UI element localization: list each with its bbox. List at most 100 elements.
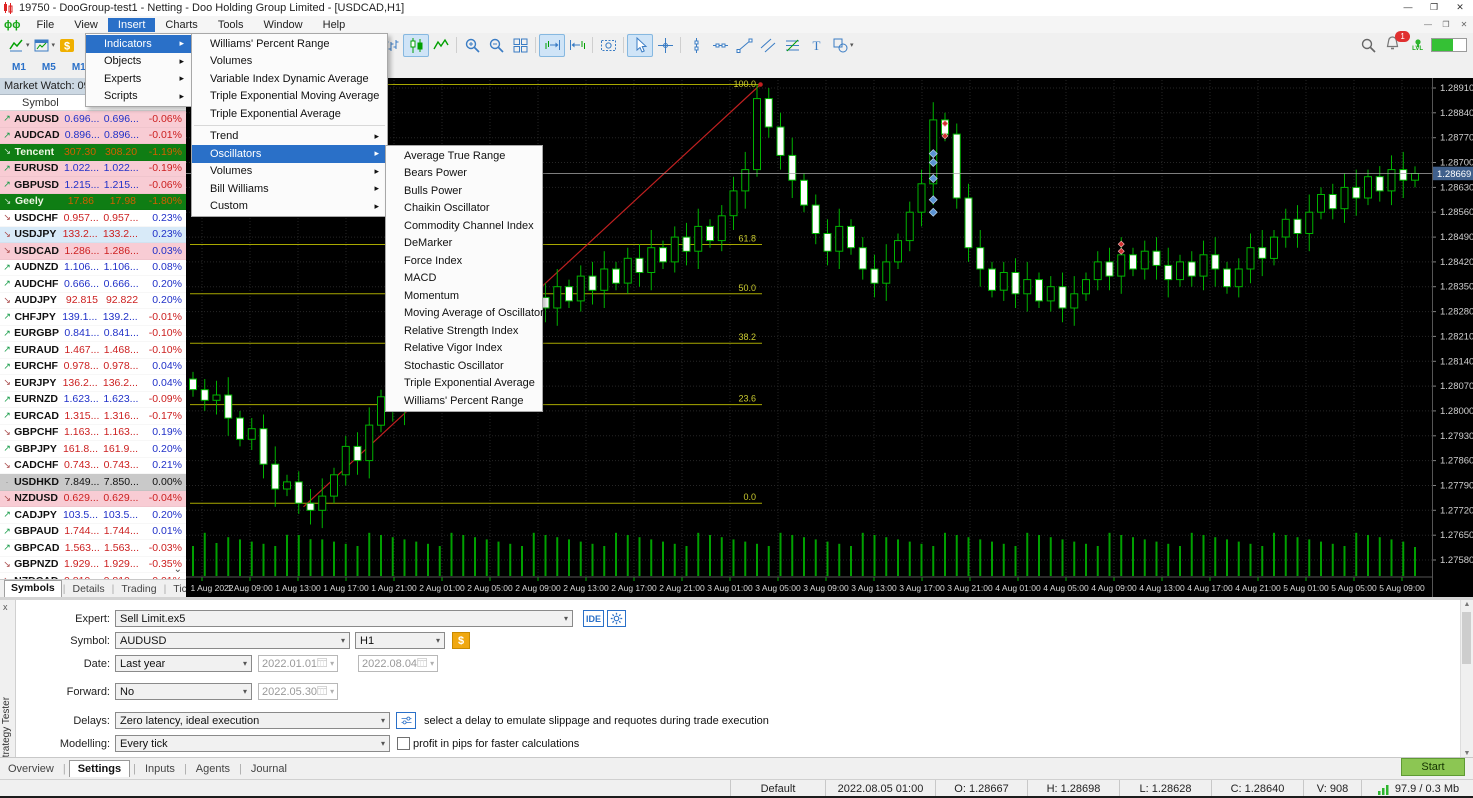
menu-item-bears-power[interactable]: Bears Power [386, 165, 542, 183]
menu-item-oscillators[interactable]: Oscillators▸ [192, 145, 387, 163]
modelling-select[interactable]: Every tick▾ [115, 735, 390, 752]
menu-item-variable-index-dynamic-average[interactable]: Variable Index Dynamic Average [192, 70, 387, 88]
market-watch-row-usdjpy[interactable]: ↘USDJPY133.2...133.2...0.23% [0, 227, 186, 244]
vertical-line-icon[interactable] [684, 35, 708, 56]
chart-shift-icon[interactable] [539, 34, 565, 57]
menu-item-volumes[interactable]: Volumes [192, 53, 387, 71]
crosshair-icon[interactable] [653, 35, 677, 56]
menu-item-average-true-range[interactable]: Average True Range [386, 147, 542, 165]
menubar-item-help[interactable]: Help [313, 18, 356, 32]
menu-item-moving-average-of-oscillator[interactable]: Moving Average of Oscillator [386, 305, 542, 323]
new-chart-icon[interactable] [4, 35, 28, 56]
delays-select[interactable]: Zero latency, ideal execution▾ [115, 712, 390, 729]
menubar-item-charts[interactable]: Charts [155, 18, 207, 32]
menubar-item-tools[interactable]: Tools [208, 18, 254, 32]
expert-settings-gear-icon[interactable] [607, 610, 626, 627]
tester-close-icon[interactable]: x [3, 602, 8, 612]
market-watch-row-eurnzd[interactable]: ↗EURNZD1.623...1.623...-0.09% [0, 392, 186, 409]
market-watch-row-eurgbp[interactable]: ↗EURGBP0.841...0.841...-0.10% [0, 326, 186, 343]
tile-windows-icon[interactable] [508, 35, 532, 56]
tab-trading[interactable]: Trading [115, 582, 162, 596]
menu-item-experts[interactable]: Experts▸ [86, 70, 192, 88]
zoom-out-icon[interactable] [484, 35, 508, 56]
menu-item-chaikin-oscillator[interactable]: Chaikin Oscillator [386, 200, 542, 218]
scroll-down-icon[interactable]: ▼ [1461, 750, 1473, 757]
menu-item-williams-percent-range[interactable]: Williams' Percent Range [192, 35, 387, 53]
menu-item-triple-exponential-moving-average[interactable]: Triple Exponential Moving Average [192, 88, 387, 106]
menu-item-macd[interactable]: MACD [386, 270, 542, 288]
menubar-item-view[interactable]: View [64, 18, 108, 32]
menubar-item-insert[interactable]: Insert [108, 18, 156, 32]
menu-item-bulls-power[interactable]: Bulls Power [386, 182, 542, 200]
menu-item-relative-vigor-index[interactable]: Relative Vigor Index [386, 340, 542, 358]
market-watch-row-gbpaud[interactable]: ↗GBPAUD1.744...1.744...0.01% [0, 524, 186, 541]
start-button[interactable]: Start [1401, 758, 1465, 776]
mdi-restore-icon[interactable]: ❐ [1437, 20, 1455, 29]
menu-item-scripts[interactable]: Scripts▸ [86, 88, 192, 106]
profile-selector[interactable]: Default [730, 780, 825, 797]
menu-item-volumes[interactable]: Volumes▸ [192, 163, 387, 181]
market-watch-row-eurcad[interactable]: ↗EURCAD1.315...1.316...-0.17% [0, 408, 186, 425]
market-watch-row-usdchf[interactable]: ↘USDCHF0.957...0.957...0.23% [0, 210, 186, 227]
market-watch-row-gbpusd[interactable]: ↗GBPUSD1.215...1.215...-0.06% [0, 177, 186, 194]
date-mode-select[interactable]: Last year▾ [115, 655, 252, 672]
market-watch-row-usdhkd[interactable]: ·USDHKD7.849...7.850...0.00% [0, 474, 186, 491]
delays-slider-icon[interactable] [396, 712, 416, 729]
trendline-icon[interactable] [732, 35, 756, 56]
market-watch-row-audchf[interactable]: ↗AUDCHF0.666...0.666...0.20% [0, 276, 186, 293]
date-from-field[interactable]: 2022.01.01 ▾ [258, 655, 338, 672]
market-watch-row-gbpjpy[interactable]: ↗GBPJPY161.8...161.9...0.20% [0, 441, 186, 458]
market-watch-row-audjpy[interactable]: ↘AUDJPY92.81592.8220.20% [0, 293, 186, 310]
screenshot-icon[interactable] [596, 35, 620, 56]
chevron-down-icon[interactable]: ▾ [26, 41, 30, 49]
ide-button[interactable]: IDE [583, 610, 604, 627]
text-icon[interactable]: T [804, 35, 828, 56]
tab-symbols[interactable]: Symbols [4, 580, 62, 597]
tester-tab-journal[interactable]: Journal [243, 761, 295, 777]
zoom-in-icon[interactable] [460, 35, 484, 56]
market-watch-row-geely[interactable]: ↘Geely17.8617.98-1.80% [0, 194, 186, 211]
tester-tab-overview[interactable]: Overview [0, 761, 62, 777]
chevron-down-icon[interactable]: ▾ [850, 41, 854, 49]
menu-item-triple-exponential-average[interactable]: Triple Exponential Average [386, 375, 542, 393]
equidistant-channel-icon[interactable] [756, 35, 780, 56]
menubar-item-window[interactable]: Window [254, 18, 313, 32]
menu-item-demarker[interactable]: DeMarker [386, 235, 542, 253]
market-watch-row-eurusd[interactable]: ↗EURUSD1.022...1.022...-0.19% [0, 161, 186, 178]
market-watch-row-cadchf[interactable]: ↘CADCHF0.743...0.743...0.21% [0, 458, 186, 475]
tester-tab-agents[interactable]: Agents [188, 761, 238, 777]
market-watch-row-nzdusd[interactable]: ↘NZDUSD0.629...0.629...-0.04% [0, 491, 186, 508]
candles-icon[interactable] [403, 34, 429, 57]
forward-mode-select[interactable]: No▾ [115, 683, 252, 700]
market-watch-row-audcad[interactable]: ↗AUDCAD0.896...0.896...-0.01% [0, 128, 186, 145]
timeframe-button-m1[interactable]: M1 [4, 60, 34, 75]
menu-item-williams-percent-range[interactable]: Williams' Percent Range [386, 392, 542, 410]
auto-scroll-icon[interactable] [565, 35, 589, 56]
tester-tab-settings[interactable]: Settings [69, 760, 130, 777]
date-to-field[interactable]: 2022.08.04 ▾ [358, 655, 438, 672]
menu-item-momentum[interactable]: Momentum [386, 287, 542, 305]
line-chart-icon[interactable] [429, 35, 453, 56]
tab-details[interactable]: Details [67, 582, 111, 596]
tab-ticks[interactable]: Ticks [167, 582, 187, 596]
menu-item-force-index[interactable]: Force Index [386, 252, 542, 270]
chart-profiles-icon[interactable] [30, 35, 54, 56]
market-watch-row-gbpchf[interactable]: ↘GBPCHF1.163...1.163...0.19% [0, 425, 186, 442]
expert-select[interactable]: Sell Limit.ex5▾ [115, 610, 573, 627]
minimize-icon[interactable]: — [1395, 0, 1421, 16]
tester-tab-inputs[interactable]: Inputs [137, 761, 183, 777]
menu-item-indicators[interactable]: Indicators▸ [86, 35, 192, 53]
market-watch-row-audnzd[interactable]: ↗AUDNZD1.106...1.106...0.08% [0, 260, 186, 277]
scroll-up-icon[interactable]: ▲ [1461, 601, 1473, 608]
menu-item-custom[interactable]: Custom▸ [192, 198, 387, 216]
menu-item-trend[interactable]: Trend▸ [192, 128, 387, 146]
horizontal-line-icon[interactable] [708, 35, 732, 56]
market-watch-row-eurchf[interactable]: ↗EURCHF0.978...0.978...0.04% [0, 359, 186, 376]
notifications-bell-icon[interactable]: 1 [1380, 35, 1404, 56]
profit-in-pips-checkbox[interactable] [397, 737, 410, 750]
chevron-down-icon[interactable]: ⌄ [174, 564, 182, 575]
market-watch-row-tencent[interactable]: ↘Tencent307.30308.20-1.19% [0, 144, 186, 161]
market-watch-row-euraud[interactable]: ↗EURAUD1.467...1.468...-0.10% [0, 342, 186, 359]
tester-scrollbar[interactable]: ▲ ▼ [1460, 600, 1473, 758]
market-watch-row-usdcad[interactable]: ↘USDCAD1.286...1.286...0.03% [0, 243, 186, 260]
